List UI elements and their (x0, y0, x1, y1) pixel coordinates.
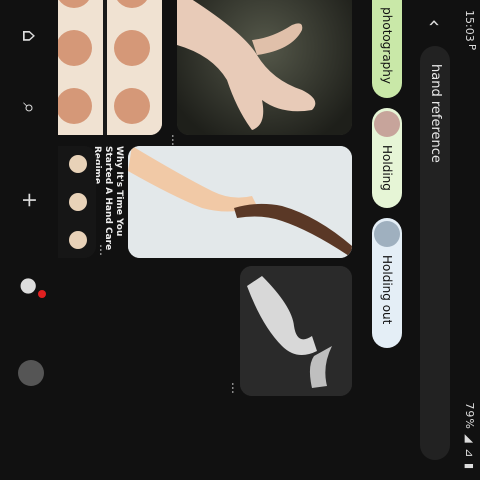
plus-icon[interactable]: + (14, 184, 46, 216)
system-status: 79% ◢ ⊿ ▮ (463, 402, 476, 470)
hand-image (177, 0, 352, 135)
notification-badge (38, 290, 46, 298)
hand-image (128, 146, 352, 258)
chip-label: photography (380, 7, 394, 84)
hand-image (240, 266, 352, 396)
search-box[interactable] (420, 46, 450, 460)
pin-hands-reaching-out[interactable] (128, 146, 352, 258)
more-options-icon[interactable]: ⋯ (94, 244, 108, 256)
chip-label: Holding (380, 145, 394, 191)
avatar[interactable] (18, 360, 44, 386)
more-options-icon[interactable]: ⋯ (166, 134, 180, 146)
home-icon[interactable]: ⌂ (14, 20, 46, 52)
more-options-icon[interactable]: ⋯ (226, 382, 240, 394)
search-row: ‹ (410, 0, 456, 480)
pin-hands-sketch[interactable] (240, 266, 352, 396)
pin-hand-reaching[interactable] (177, 0, 352, 135)
back-arrow-icon[interactable]: ‹ (422, 10, 448, 36)
chip-photography[interactable]: photography (372, 0, 402, 98)
notification-icon: P (466, 44, 477, 51)
chip-holding[interactable]: Holding (372, 108, 402, 208)
chip-holding-out[interactable]: Holding out (372, 218, 402, 348)
app-screen: 15:03 P 79% ◢ ⊿ ▮ ‹ photography Holding … (0, 0, 480, 480)
chip-thumbnail (374, 111, 400, 137)
search-input[interactable] (427, 62, 444, 446)
clock: 15:03 (463, 10, 476, 42)
bottom-nav: ⌂ ⌕ + ● (0, 0, 58, 480)
chip-thumbnail (374, 221, 400, 247)
filter-chips: photography Holding Holding out (364, 0, 406, 480)
search-icon[interactable]: ⌕ (14, 92, 46, 124)
status-bar: 15:03 P 79% ◢ ⊿ ▮ (458, 0, 480, 480)
chip-label: Holding out (380, 255, 394, 325)
